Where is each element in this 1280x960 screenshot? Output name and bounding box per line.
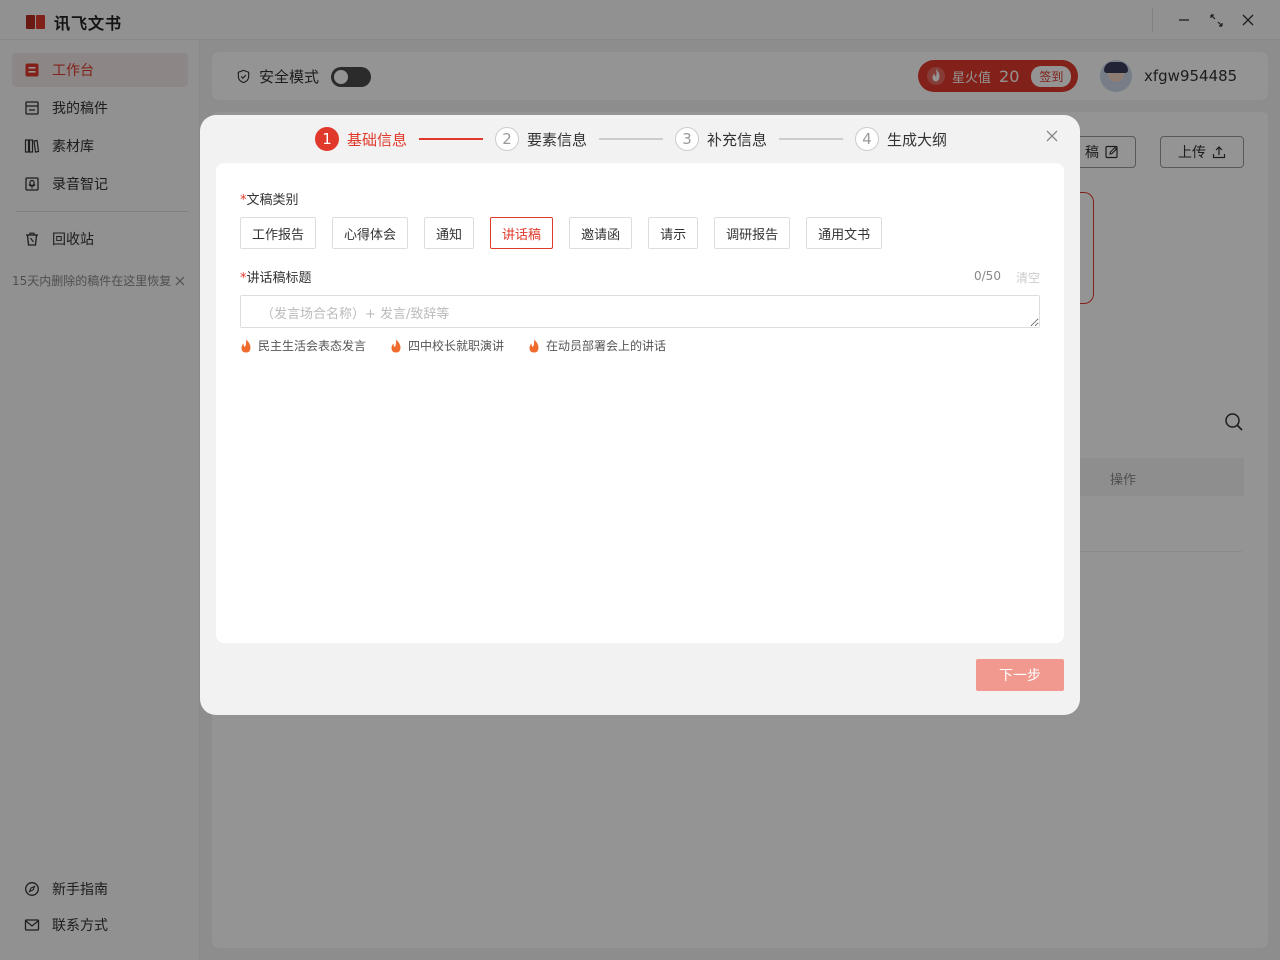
step-label: 补充信息: [707, 130, 768, 149]
next-step-button[interactable]: 下一步: [976, 659, 1064, 691]
step-basic-info: 1 基础信息: [315, 127, 407, 151]
step-elements-info: 2 要素信息: [495, 127, 587, 151]
flame-icon: [529, 339, 539, 352]
doc-type-label: *文稿类别: [240, 189, 299, 208]
suggestion-text: 在动员部署会上的讲话: [546, 339, 667, 353]
step-generate-outline: 4 生成大纲: [855, 127, 947, 151]
step-connector: [419, 138, 484, 140]
char-counter: 0/50: [974, 269, 1001, 283]
create-document-dialog: 1 基础信息 2 要素信息 3 补充信息 4 生成大纲 *文稿类别 工作报告 心…: [200, 115, 1080, 715]
step-label: 生成大纲: [887, 130, 948, 149]
step-label: 基础信息: [347, 130, 408, 149]
doc-type-options: 工作报告 心得体会 通知 讲话稿 邀请函 请示 调研报告 通用文书: [240, 217, 883, 249]
speech-title-label-text: 讲话稿标题: [246, 271, 312, 286]
doc-type-option[interactable]: 邀请函: [569, 217, 633, 249]
doc-type-option[interactable]: 通知: [424, 217, 475, 249]
step-number: 3: [675, 127, 700, 151]
flame-icon: [391, 339, 401, 352]
title-suggestions: 民主生活会表态发言 四中校长就职演讲 在动员部署会上的讲话: [240, 337, 666, 354]
suggestion-item[interactable]: 四中校长就职演讲: [390, 337, 504, 354]
doc-type-option[interactable]: 心得体会: [332, 217, 409, 249]
suggestion-text: 民主生活会表态发言: [258, 339, 367, 353]
flame-icon: [241, 339, 251, 352]
doc-type-option[interactable]: 通用文书: [806, 217, 883, 249]
suggestion-item[interactable]: 民主生活会表态发言: [240, 337, 366, 354]
step-connector: [599, 138, 664, 140]
form-panel: *文稿类别 工作报告 心得体会 通知 讲话稿 邀请函 请示 调研报告 通用文书 …: [216, 163, 1064, 643]
step-number: 4: [855, 127, 880, 151]
step-label: 要素信息: [527, 130, 588, 149]
clear-button[interactable]: 清空: [1016, 269, 1040, 286]
step-indicator: 1 基础信息 2 要素信息 3 补充信息 4 生成大纲: [315, 127, 947, 151]
doc-type-label-text: 文稿类别: [246, 193, 299, 208]
suggestion-item[interactable]: 在动员部署会上的讲话: [528, 337, 666, 354]
step-number: 2: [495, 127, 520, 151]
doc-type-option[interactable]: 调研报告: [714, 217, 791, 249]
step-supplement-info: 3 补充信息: [675, 127, 767, 151]
doc-type-option[interactable]: 工作报告: [240, 217, 317, 249]
suggestion-text: 四中校长就职演讲: [408, 339, 505, 353]
doc-type-option[interactable]: 请示: [648, 217, 699, 249]
speech-title-label: *讲话稿标题: [240, 267, 312, 286]
step-number: 1: [315, 127, 339, 151]
doc-type-option-selected[interactable]: 讲话稿: [490, 217, 554, 249]
step-connector: [779, 138, 844, 140]
speech-title-input[interactable]: [240, 295, 1040, 328]
close-icon[interactable]: [1044, 128, 1060, 144]
